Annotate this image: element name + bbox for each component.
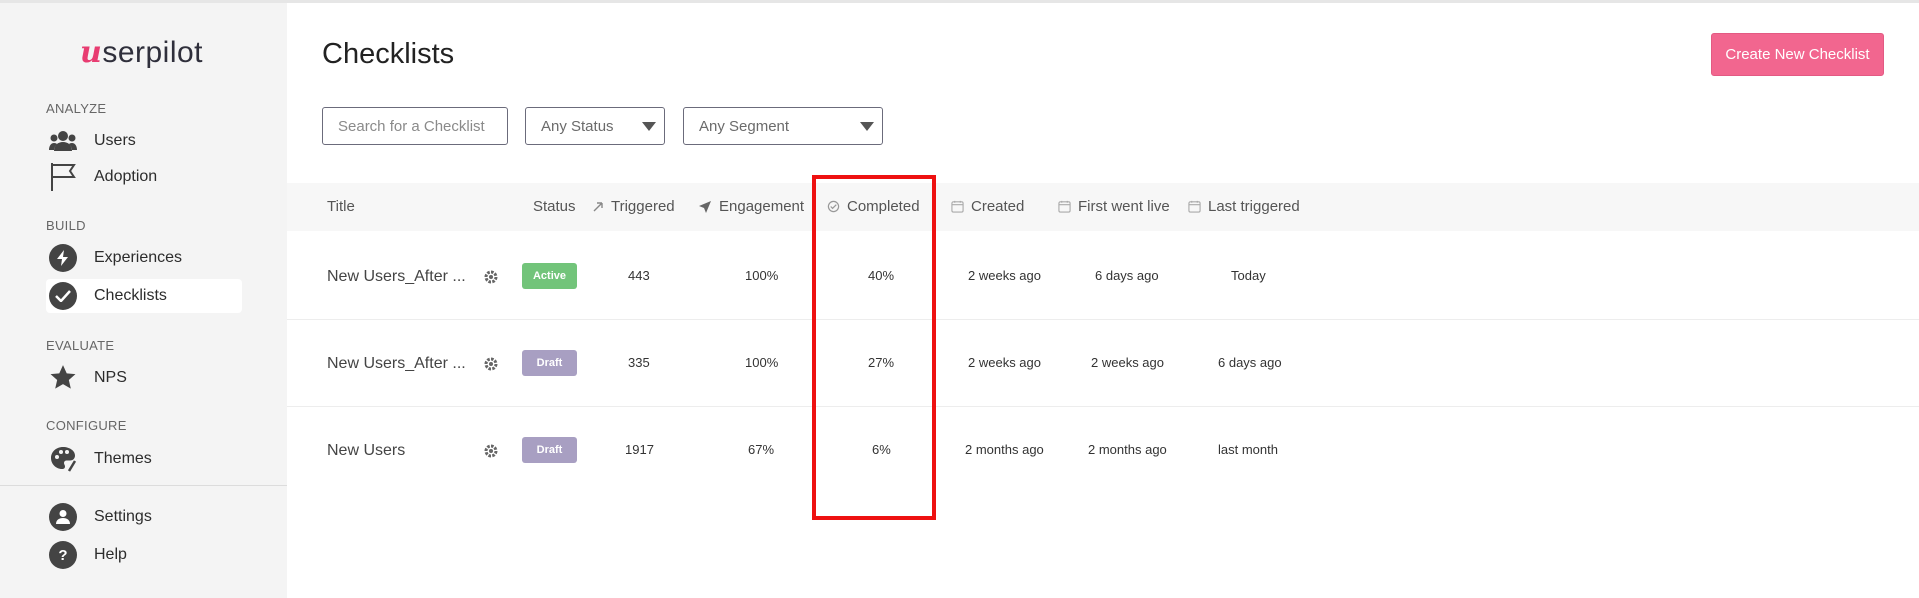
cursor-click-icon xyxy=(592,201,604,213)
section-label-configure: CONFIGURE xyxy=(46,418,127,433)
sidebar-item-label: Settings xyxy=(94,508,152,525)
page-title: Checklists xyxy=(322,38,455,70)
status-select[interactable]: Any Status xyxy=(525,107,665,145)
top-border xyxy=(0,0,1919,3)
gear-icon[interactable] xyxy=(480,353,502,375)
lightning-icon xyxy=(48,243,78,273)
chevron-down-icon xyxy=(860,122,874,131)
engagement-value: 100% xyxy=(745,268,779,283)
column-header-status[interactable]: Status xyxy=(533,198,576,215)
created-value: 2 weeks ago xyxy=(968,355,1041,370)
section-label-build: BUILD xyxy=(46,218,86,233)
sidebar-item-label: NPS xyxy=(94,369,127,386)
calendar-icon xyxy=(1058,200,1071,213)
segment-select-value: Any Segment xyxy=(699,117,790,135)
sidebar-item-settings[interactable]: Settings xyxy=(46,500,242,534)
check-circle-icon xyxy=(48,281,78,311)
last-triggered-value: 6 days ago xyxy=(1218,355,1282,370)
first-live-value: 6 days ago xyxy=(1095,268,1159,283)
column-header-triggered[interactable]: Triggered xyxy=(592,198,675,215)
column-header-first-went-live[interactable]: First went live xyxy=(1058,198,1170,215)
sidebar-item-label: Checklists xyxy=(94,287,167,304)
section-label-analyze: ANALYZE xyxy=(46,101,107,116)
status-badge: Draft xyxy=(522,350,577,376)
engagement-value: 100% xyxy=(745,355,779,370)
created-value: 2 months ago xyxy=(965,442,1044,457)
sidebar-item-experiences[interactable]: Experiences xyxy=(46,241,242,275)
column-header-engagement[interactable]: Engagement xyxy=(698,198,804,215)
completed-column-highlight-box xyxy=(812,175,936,520)
checklist-title-link[interactable]: New Users_After ... xyxy=(327,268,466,286)
status-select-value: Any Status xyxy=(541,117,614,135)
status-badge: Draft xyxy=(522,437,577,463)
engagement-value: 67% xyxy=(748,442,775,457)
column-header-created[interactable]: Created xyxy=(951,198,1024,215)
column-header-last-triggered[interactable]: Last triggered xyxy=(1188,198,1300,215)
section-label-evaluate: EVALUATE xyxy=(46,338,115,353)
status-badge: Active xyxy=(522,263,577,289)
triggered-value: 335 xyxy=(628,355,650,370)
flag-icon xyxy=(48,162,78,192)
sidebar-item-label: Adoption xyxy=(94,168,158,185)
checklist-title-link[interactable]: New Users_After ... xyxy=(327,355,466,373)
palette-icon xyxy=(48,444,78,474)
sidebar-divider xyxy=(0,485,287,486)
triggered-value: 1917 xyxy=(625,442,654,457)
last-triggered-value: Today xyxy=(1231,268,1266,283)
userpilot-logo[interactable]: userpilot xyxy=(80,35,203,70)
question-icon: ? xyxy=(48,540,78,570)
gear-icon[interactable] xyxy=(480,440,502,462)
calendar-icon xyxy=(1188,200,1201,213)
sidebar-item-adoption[interactable]: Adoption xyxy=(46,160,242,194)
star-icon xyxy=(48,363,78,393)
first-live-value: 2 months ago xyxy=(1088,442,1167,457)
search-input[interactable] xyxy=(322,107,508,145)
column-header-title[interactable]: Title xyxy=(327,198,355,215)
paper-plane-icon xyxy=(698,200,712,214)
sidebar-item-label: Users xyxy=(94,132,136,149)
sidebar-item-help[interactable]: ? Help xyxy=(46,538,242,572)
gear-icon[interactable] xyxy=(480,266,502,288)
sidebar-item-label: Help xyxy=(94,546,127,563)
segment-select[interactable]: Any Segment xyxy=(683,107,883,145)
chevron-down-icon xyxy=(642,122,656,131)
created-value: 2 weeks ago xyxy=(968,268,1041,283)
first-live-value: 2 weeks ago xyxy=(1091,355,1164,370)
calendar-icon xyxy=(951,200,964,213)
sidebar-item-users[interactable]: Users xyxy=(46,124,242,158)
sidebar: userpilot ANALYZE Users Adoption BUILD E… xyxy=(0,3,287,598)
sidebar-item-nps[interactable]: NPS xyxy=(46,361,242,395)
sidebar-item-themes[interactable]: Themes xyxy=(46,442,242,476)
sidebar-item-checklists[interactable]: Checklists xyxy=(46,279,242,313)
users-icon xyxy=(48,126,78,156)
user-circle-icon xyxy=(48,502,78,532)
create-new-checklist-button[interactable]: Create New Checklist xyxy=(1711,33,1884,76)
sidebar-item-label: Themes xyxy=(94,450,152,467)
last-triggered-value: last month xyxy=(1218,442,1278,457)
triggered-value: 443 xyxy=(628,268,650,283)
checklist-title-link[interactable]: New Users xyxy=(327,442,405,460)
sidebar-item-label: Experiences xyxy=(94,249,183,266)
